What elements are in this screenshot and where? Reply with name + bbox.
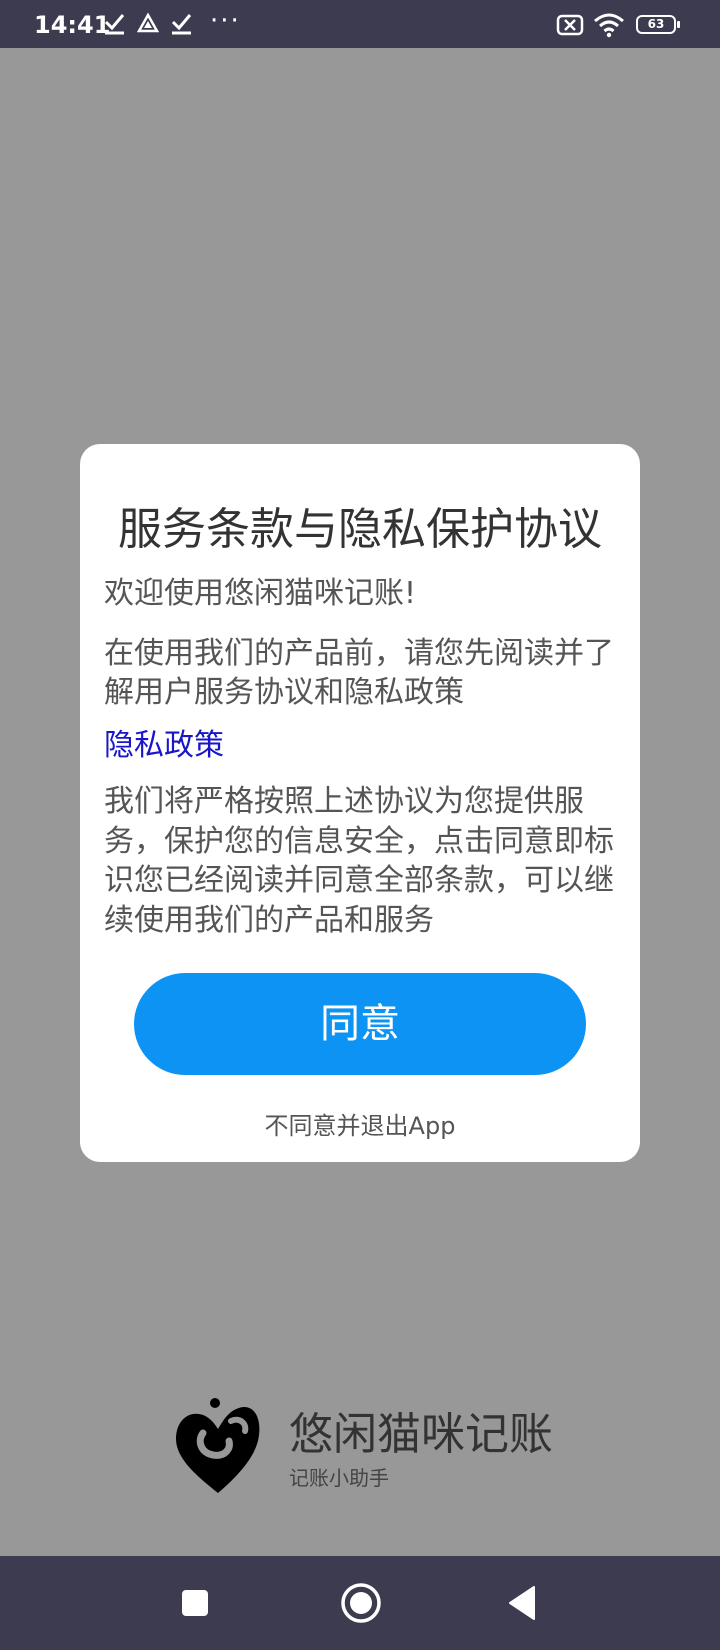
sim-x-icon (556, 14, 584, 36)
disagree-exit-link[interactable]: 不同意并退出App (80, 1106, 640, 1141)
terms-body-text: 我们将严格按照上述协议为您提供服务，保护您的信息安全，点击同意即标识您已经阅读并… (104, 784, 614, 938)
check-icon (104, 14, 125, 35)
intro-text: 在使用我们的产品前，请您先阅读并了解用户服务协议和隐私政策 (104, 636, 614, 710)
more-notifications: ··· (210, 6, 241, 36)
brand-tagline: 记账小助手 (289, 1466, 389, 1490)
drive-icon (137, 12, 159, 33)
cat-logo-icon (176, 1398, 260, 1493)
privacy-dialog: 服务条款与隐私保护协议 欢迎使用悠闲猫咪记账! 在使用我们的产品前，请您先阅读并… (80, 444, 640, 1162)
agree-button[interactable]: 同意 (134, 973, 586, 1075)
status-bar: 14:41 ··· 63 (0, 0, 720, 48)
wifi-icon (594, 13, 624, 38)
battery-icon: 63 (636, 15, 676, 34)
privacy-policy-link[interactable]: 隐私政策 (104, 726, 624, 765)
battery-tip (677, 21, 680, 28)
status-time: 14:41 (34, 11, 111, 39)
back-icon[interactable] (507, 1585, 537, 1621)
check-icon (171, 14, 192, 35)
home-icon[interactable] (340, 1582, 382, 1624)
brand-name: 悠闲猫咪记账 (289, 1409, 553, 1460)
navigation-bar (0, 1556, 720, 1650)
welcome-text: 欢迎使用悠闲猫咪记账! (104, 576, 417, 611)
dialog-title: 服务条款与隐私保护协议 (118, 504, 602, 555)
recents-icon[interactable] (181, 1589, 209, 1617)
